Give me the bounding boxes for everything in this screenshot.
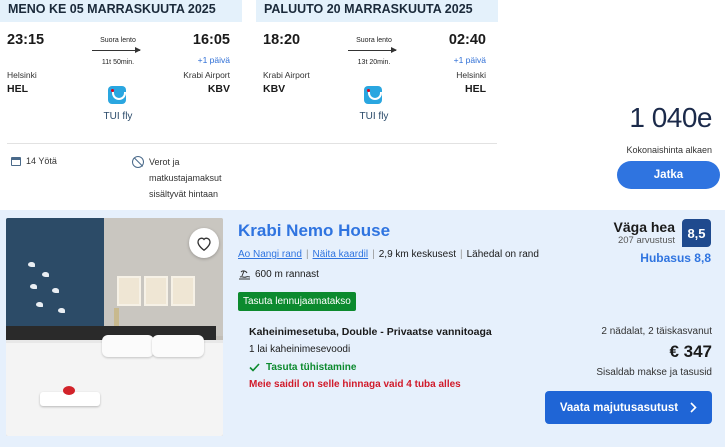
total-price-label: Kokonaishinta alkaen <box>626 145 712 155</box>
return-direct-label: Suora lento <box>356 37 392 44</box>
comfort-score: Hubasus 8,8 <box>640 251 711 265</box>
stay-info: 2 nädalat, 2 täiskasvanut <box>601 326 712 337</box>
scarcity-message: Meie saidil on selle hinnaga vaid 4 tuba… <box>249 379 461 390</box>
free-cancellation-label: Tasuta tühistamine <box>266 362 357 373</box>
distance-text: 2,9 km keskusest <box>378 249 457 260</box>
outbound-day-offset: +1 päivä <box>197 55 230 65</box>
location-link[interactable]: Ao Nangi rand <box>238 249 302 260</box>
photo-paintings <box>117 276 195 306</box>
taxes-info: Verot ja matkustajamaksut sisältyvät hin… <box>132 156 249 202</box>
hotel-name[interactable]: Krabi Nemo House <box>238 221 390 241</box>
calendar-icon <box>11 157 21 166</box>
hotel-photo[interactable] <box>6 218 223 436</box>
outbound-duration: 11t 50min. <box>101 59 135 66</box>
save-favorite-button[interactable] <box>189 228 219 258</box>
photo-pillow <box>152 335 204 357</box>
return-day-offset: +1 päivä <box>453 55 486 65</box>
beach-distance: 600 m rannast <box>255 269 319 280</box>
outbound-direct-label: Suora lento <box>100 37 136 44</box>
free-airport-taxi-badge: Tasuta lennujaamatakso <box>238 292 356 311</box>
beach-distance-row: 600 m rannast <box>238 269 319 280</box>
nights-info: 14 Yötä <box>11 156 57 166</box>
show-on-map-link[interactable]: Näita kaardil <box>313 249 369 260</box>
return-arrow-icon <box>348 47 397 53</box>
return-to-city: Helsinki <box>456 70 486 80</box>
no-fee-icon <box>132 156 144 168</box>
outbound-to-code: KBV <box>207 83 230 95</box>
nights-label: 14 Yötä <box>26 156 57 166</box>
tui-logo-icon <box>108 86 126 104</box>
return-arrive-time: 02:40 <box>448 32 486 48</box>
check-icon <box>249 363 260 372</box>
outbound-from-city: Helsinki <box>7 70 37 80</box>
outbound-arrive-time: 16:05 <box>192 32 230 48</box>
return-airline: TUI fly <box>359 111 389 122</box>
room-price: € 347 <box>669 342 712 361</box>
divider <box>7 143 497 144</box>
taxes-note: Verot ja matkustajamaksut sisältyvät hin… <box>149 157 222 199</box>
outbound-header: MENO KE 05 MARRASKUUTA 2025 <box>0 0 242 22</box>
outbound-airline: TUI fly <box>103 111 133 122</box>
beach-icon <box>239 270 251 280</box>
price-includes-note: Sisaldab makse ja tasusid <box>596 367 712 378</box>
return-depart-time: 18:20 <box>263 32 301 48</box>
review-count[interactable]: 207 arvustust <box>618 235 675 246</box>
outbound-to-city: Krabi Airport <box>183 70 230 80</box>
continue-button[interactable]: Jatka <box>617 161 720 189</box>
chevron-right-icon <box>690 402 697 413</box>
hotel-card: Krabi Nemo House Ao Nangi rand | Näita kaa… <box>0 210 725 447</box>
view-property-label: Vaata majutusasutust <box>559 401 679 414</box>
photo-pillow <box>102 335 154 357</box>
view-property-button[interactable]: Vaata majutusasutust <box>545 391 712 424</box>
heart-icon <box>197 236 211 251</box>
near-beach-text: Lähedal on rand <box>466 249 539 260</box>
hotel-location-row: Ao Nangi rand | Näita kaardil | 2,9 km kesku… <box>238 249 539 260</box>
return-from-code: KBV <box>263 83 286 95</box>
room-title: Kaheinimesetuba, Double - Privaatse vann… <box>249 326 492 338</box>
free-cancellation: Tasuta tühistamine <box>249 362 356 373</box>
return-header: PALUUTO 20 MARRASKUUTA 2025 <box>256 0 498 22</box>
review-score-badge: 8,5 <box>682 219 711 247</box>
outbound-from-code: HEL <box>7 83 28 95</box>
bed-type: 1 lai kaheinimesevoodi <box>249 344 351 355</box>
outbound-arrow-icon <box>92 47 141 53</box>
photo-wall-decor <box>24 258 74 328</box>
tui-logo-icon <box>364 86 382 104</box>
return-from-city: Krabi Airport <box>263 70 310 80</box>
return-flight-panel: PALUUTO 20 MARRASKUUTA 2025 18:20 Suora … <box>256 0 498 200</box>
total-price: 1 040e <box>629 102 712 133</box>
return-duration: 13t 20min. <box>357 59 391 66</box>
rating-word: Väga hea <box>613 219 675 235</box>
return-to-code: HEL <box>465 83 486 95</box>
outbound-depart-time: 23:15 <box>7 32 45 48</box>
photo-flower <box>63 386 75 395</box>
